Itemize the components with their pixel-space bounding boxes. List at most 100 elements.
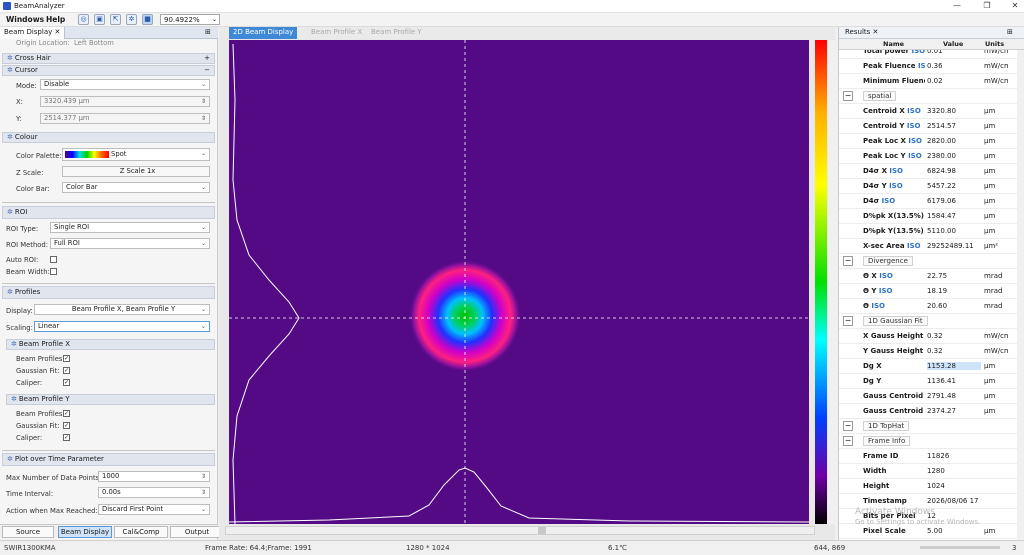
table-row[interactable]: Y Gauss Height Z0.32 mW/cm² (839, 344, 1024, 359)
table-row[interactable]: Gauss Centroid Y 2374.27 µm (839, 404, 1024, 419)
result-name-text: Y Gauss Height Z (863, 347, 925, 355)
table-row[interactable]: Centroid X ISO 3320.80 µm (839, 104, 1024, 119)
zoom-select[interactable]: 90.4922% ⌄ (160, 14, 220, 25)
table-row[interactable]: D%pk Y(13.5%) IS5110.00 µm (839, 224, 1024, 239)
bpx-caliper-checkbox[interactable]: ✓ (63, 379, 70, 386)
zoom-slider[interactable] (920, 546, 1000, 549)
table-row[interactable]: X Gauss Height Z0.32 mW/cm² (839, 329, 1024, 344)
col-units[interactable]: Units (985, 40, 1004, 48)
table-row[interactable]: Pixel Scale 5.00 µm (839, 524, 1024, 539)
tab-source[interactable]: Source (2, 526, 54, 538)
tab-cal-comp[interactable]: Cal&Comp (114, 526, 168, 538)
cursor-x-field[interactable]: 3320.439 µm ⇕ (40, 96, 210, 107)
bpx-profiles-checkbox[interactable]: ✓ (63, 355, 70, 362)
results-group-row[interactable]: −1D Gaussian Fit (839, 314, 1024, 329)
display-select[interactable]: Beam Profile X, Beam Profile Y ⌄ (34, 304, 210, 315)
globe-icon[interactable]: ◎ (78, 14, 89, 25)
pin-icon[interactable]: ⊞ (1007, 28, 1013, 36)
palette-select[interactable]: Spot ⌄ (62, 148, 210, 161)
collapse-icon[interactable]: − (843, 316, 853, 326)
tab-beam-profile-x[interactable]: Beam Profile X (307, 27, 366, 39)
col-name[interactable]: Name (883, 40, 904, 48)
collapse-icon[interactable]: − (843, 421, 853, 431)
results-group-row[interactable]: − spatial (839, 89, 1024, 104)
tab-beam-display[interactable]: Beam Display ✕ (0, 27, 66, 39)
colorbar-select[interactable]: Color Bar ⌄ (62, 182, 210, 193)
section-colour[interactable]: ✲ Colour (2, 132, 215, 143)
roi-method-select[interactable]: Full ROI ⌄ (50, 238, 210, 249)
max-points-field[interactable]: 1000 ⇕ (98, 471, 210, 482)
results-tab[interactable]: Results ✕ (845, 28, 878, 36)
section-roi[interactable]: ✲ ROI (2, 206, 215, 219)
gear-icon[interactable]: ✲ (126, 14, 137, 25)
tab-beam-display-bottom[interactable]: Beam Display (58, 526, 112, 538)
tab-beam-profile-y[interactable]: Beam Profile Y (367, 27, 426, 39)
export-icon[interactable]: ⇱ (110, 14, 121, 25)
scroll-thumb[interactable] (538, 527, 546, 534)
section-crosshair[interactable]: ✲ Cross Hair + (2, 53, 215, 64)
interval-field[interactable]: 0.00s ⇕ (98, 487, 210, 498)
roi-type-select[interactable]: Single ROI ⌄ (50, 222, 210, 233)
table-row[interactable]: Dg Y 1136.41 µm (839, 374, 1024, 389)
cursor-y-field[interactable]: 2514.377 µm ⇕ (40, 113, 210, 124)
table-row[interactable]: Θ X ISO 22.75 mrad (839, 269, 1024, 284)
horizontal-scrollbar[interactable] (225, 526, 815, 535)
table-row[interactable]: Total power ISO0.01 mW/cm² (839, 50, 1024, 59)
tab-output[interactable]: Output (170, 526, 224, 538)
table-row[interactable]: Centroid Y ISO 2514.57 µm (839, 119, 1024, 134)
bpy-caliper-checkbox[interactable]: ✓ (63, 434, 70, 441)
beam-display-canvas[interactable] (229, 40, 809, 524)
scaling-select[interactable]: Linear ⌄ (34, 321, 210, 332)
results-scrollbar[interactable] (1017, 50, 1024, 540)
section-beam-profile-x[interactable]: ✲ Beam Profile X (6, 339, 215, 350)
bpy-gauss-checkbox[interactable]: ✓ (63, 422, 70, 429)
col-value[interactable]: Value (943, 40, 963, 48)
close-icon[interactable]: ✕ (1008, 1, 1022, 11)
bpy-profiles-checkbox[interactable]: ✓ (63, 410, 70, 417)
table-row[interactable]: D4σ X ISO 6824.98 µm (839, 164, 1024, 179)
action-select[interactable]: Discard First Point ⌄ (98, 504, 210, 515)
table-row[interactable]: Dg X 1153.28 µm (839, 359, 1024, 374)
section-beam-profile-y[interactable]: ✲ Beam Profile Y (6, 394, 215, 405)
beam-width-checkbox[interactable] (50, 268, 57, 275)
results-group-row[interactable]: − Frame Info (839, 434, 1024, 449)
table-row[interactable]: Peak Fluence ISO0.36 mW/cm² (839, 59, 1024, 74)
table-row[interactable]: Frame ID 11826 (839, 449, 1024, 464)
bpx-gauss-checkbox[interactable]: ✓ (63, 367, 70, 374)
table-row[interactable]: Θ Y ISO 18.19 mrad (839, 284, 1024, 299)
stop-icon[interactable]: ■ (142, 14, 153, 25)
table-row[interactable]: Peak Loc Y ISO 2380.00 µm (839, 149, 1024, 164)
table-row[interactable]: Height 1024 (839, 479, 1024, 494)
maximize-icon[interactable]: ❐ (980, 1, 994, 11)
vertical-scrollbar[interactable] (828, 40, 836, 524)
section-cursor[interactable]: ✲ Cursor − (2, 65, 215, 76)
chevron-down-icon: ⌄ (200, 150, 206, 157)
menu-help[interactable]: Help (46, 15, 65, 24)
collapse-icon[interactable]: − (843, 436, 853, 446)
table-row[interactable]: X-sec Area ISO 29252489.11 µm² (839, 239, 1024, 254)
display-value: Beam Profile X, Beam Profile Y (71, 305, 176, 313)
table-row[interactable]: Peak Loc X ISO 2820.00 µm (839, 134, 1024, 149)
collapse-icon[interactable]: − (843, 91, 853, 101)
menu-windows[interactable]: Windows (6, 15, 44, 24)
pin-icon[interactable]: ⊞ (205, 28, 211, 36)
results-group-row[interactable]: −1D TopHat (839, 419, 1024, 434)
table-row[interactable]: D4σ ISO 6179.06 µm (839, 194, 1024, 209)
tab-2d-beam-display[interactable]: 2D Beam Display (229, 27, 298, 39)
table-row[interactable]: Minimum Fluence0.02 mW/cm² (839, 74, 1024, 89)
roi-type-label: ROI Type: (6, 225, 39, 233)
image-icon[interactable]: ▣ (94, 14, 105, 25)
results-group-row[interactable]: − Divergence (839, 254, 1024, 269)
section-profiles[interactable]: ✲ Profiles (2, 286, 215, 299)
collapse-icon[interactable]: − (843, 256, 853, 266)
table-row[interactable]: Width 1280 (839, 464, 1024, 479)
minimize-icon[interactable]: — (950, 1, 964, 11)
table-row[interactable]: D%pk X(13.5%) IS1584.47 µm (839, 209, 1024, 224)
table-row[interactable]: D4σ Y ISO 5457.22 µm (839, 179, 1024, 194)
mode-select[interactable]: Disable ⌄ (40, 79, 210, 90)
auto-roi-checkbox[interactable] (50, 256, 57, 263)
section-plot-over-time[interactable]: ✲ Plot over Time Parameter (2, 453, 215, 466)
table-row[interactable]: Θ ISO 20.60 mrad (839, 299, 1024, 314)
zscale-button[interactable]: Z Scale 1x (62, 166, 210, 177)
table-row[interactable]: Gauss Centroid X 2791.48 µm (839, 389, 1024, 404)
